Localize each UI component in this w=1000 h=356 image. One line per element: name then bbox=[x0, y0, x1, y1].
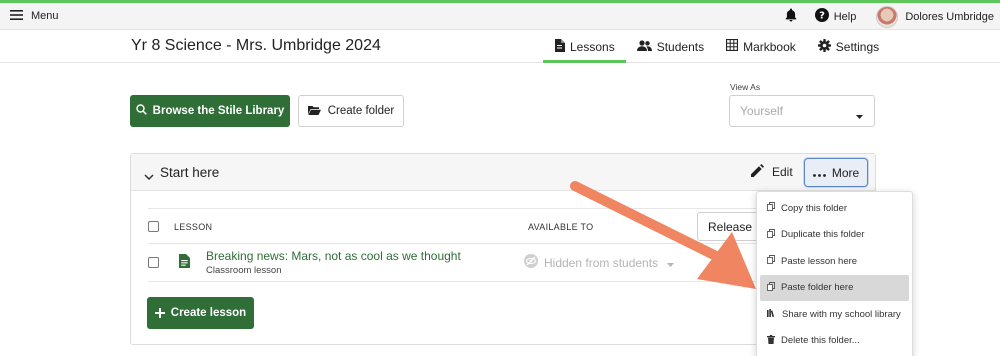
document-icon bbox=[554, 38, 565, 55]
page-title: Yr 8 Science - Mrs. Umbridge 2024 bbox=[131, 37, 381, 54]
trash-icon bbox=[767, 334, 775, 347]
menu-item-label: Duplicate this folder bbox=[781, 229, 865, 241]
browse-library-label: Browse the Stile Library bbox=[152, 105, 285, 117]
tab-settings[interactable]: Settings bbox=[807, 30, 890, 63]
caret-down-icon bbox=[856, 108, 863, 122]
folder-open-icon bbox=[307, 105, 321, 118]
menu-item-paste-lesson[interactable]: Paste lesson here bbox=[757, 248, 912, 275]
menu-item-label: Share with my school library bbox=[782, 308, 901, 320]
pencil-icon bbox=[751, 164, 764, 180]
notifications-bell-icon[interactable] bbox=[785, 8, 797, 25]
create-lesson-button[interactable]: Create lesson bbox=[147, 297, 254, 329]
menu-item-label: Paste folder here bbox=[781, 282, 854, 294]
paste-icon bbox=[767, 255, 775, 267]
eye-slash-icon bbox=[524, 254, 538, 271]
tab-markbook[interactable]: Markbook bbox=[715, 30, 807, 63]
menu-item-share-library[interactable]: Share with my school library bbox=[757, 301, 912, 328]
course-header: Yr 8 Science - Mrs. Umbridge 2024 Lesson… bbox=[0, 30, 1000, 63]
paste-icon bbox=[767, 281, 775, 294]
avatar bbox=[876, 5, 899, 28]
menu-item-copy-folder[interactable]: Copy this folder bbox=[757, 195, 912, 222]
menu-item-label: Delete this folder... bbox=[781, 335, 860, 347]
select-all-checkbox[interactable] bbox=[148, 221, 159, 232]
help-button[interactable]: ? Help bbox=[814, 8, 857, 25]
row-checkbox[interactable] bbox=[148, 257, 159, 268]
more-label: More bbox=[831, 165, 860, 180]
create-lesson-label: Create lesson bbox=[170, 307, 247, 319]
tab-students[interactable]: Students bbox=[626, 30, 715, 63]
column-header-available-to: AVAILABLE TO bbox=[528, 222, 594, 232]
menu-button[interactable]: Menu bbox=[10, 9, 59, 23]
create-folder-label: Create folder bbox=[327, 105, 395, 117]
people-icon bbox=[636, 39, 652, 54]
ellipsis-icon bbox=[812, 166, 826, 180]
column-header-lesson: LESSON bbox=[174, 222, 213, 232]
user-menu[interactable]: Dolores Umbridge bbox=[876, 5, 994, 28]
chevron-down-icon[interactable] bbox=[144, 167, 154, 185]
copy-icon bbox=[767, 202, 775, 214]
folder-title[interactable]: Start here bbox=[160, 165, 219, 180]
availability-select[interactable]: Hidden from students bbox=[524, 254, 675, 271]
menu-item-label: Copy this folder bbox=[781, 202, 848, 214]
course-tabs: Lessons Students Markbook Settings bbox=[543, 30, 890, 63]
lesson-type: Classroom lesson bbox=[206, 265, 282, 276]
view-as-select[interactable]: Yourself bbox=[729, 95, 875, 127]
help-circle-icon: ? bbox=[814, 8, 829, 25]
folder-header: Start here Edit More bbox=[131, 154, 875, 191]
svg-text:?: ? bbox=[819, 11, 825, 22]
view-as-value: Yourself bbox=[740, 104, 783, 118]
hamburger-icon bbox=[10, 9, 23, 23]
edit-folder-button[interactable]: Edit bbox=[751, 164, 793, 180]
help-label: Help bbox=[833, 10, 857, 23]
grid-icon bbox=[725, 38, 739, 54]
menu-label: Menu bbox=[31, 10, 59, 22]
top-bar: Menu ? Help Dolores Umbridge bbox=[0, 3, 1000, 30]
tab-lessons[interactable]: Lessons bbox=[543, 30, 626, 63]
create-folder-button[interactable]: Create folder bbox=[298, 95, 404, 127]
copy-icon bbox=[767, 228, 775, 241]
more-button[interactable]: More bbox=[804, 158, 868, 187]
tab-students-label: Students bbox=[656, 39, 705, 54]
library-icon bbox=[767, 308, 776, 320]
plus-icon bbox=[154, 305, 165, 321]
edit-label: Edit bbox=[772, 165, 793, 179]
gear-icon bbox=[817, 38, 831, 55]
lesson-title-link[interactable]: Breaking news: Mars, not as cool as we t… bbox=[206, 249, 461, 263]
search-icon bbox=[135, 104, 147, 118]
lesson-document-icon bbox=[179, 254, 190, 273]
view-as-label: View As bbox=[730, 82, 761, 92]
tab-settings-label: Settings bbox=[835, 39, 880, 54]
menu-item-delete-folder[interactable]: Delete this folder... bbox=[757, 328, 912, 355]
caret-down-icon bbox=[667, 256, 675, 270]
tab-markbook-label: Markbook bbox=[743, 39, 796, 54]
menu-item-duplicate-folder[interactable]: Duplicate this folder bbox=[757, 222, 912, 249]
more-dropdown-menu: Copy this folder Duplicate this folder P… bbox=[756, 191, 913, 356]
availability-status: Hidden from students bbox=[544, 255, 659, 270]
user-name: Dolores Umbridge bbox=[905, 10, 994, 23]
browse-library-button[interactable]: Browse the Stile Library bbox=[130, 95, 290, 127]
menu-item-label: Paste lesson here bbox=[781, 255, 858, 267]
menu-item-paste-folder[interactable]: Paste folder here bbox=[760, 274, 909, 301]
tab-lessons-label: Lessons bbox=[570, 39, 615, 54]
